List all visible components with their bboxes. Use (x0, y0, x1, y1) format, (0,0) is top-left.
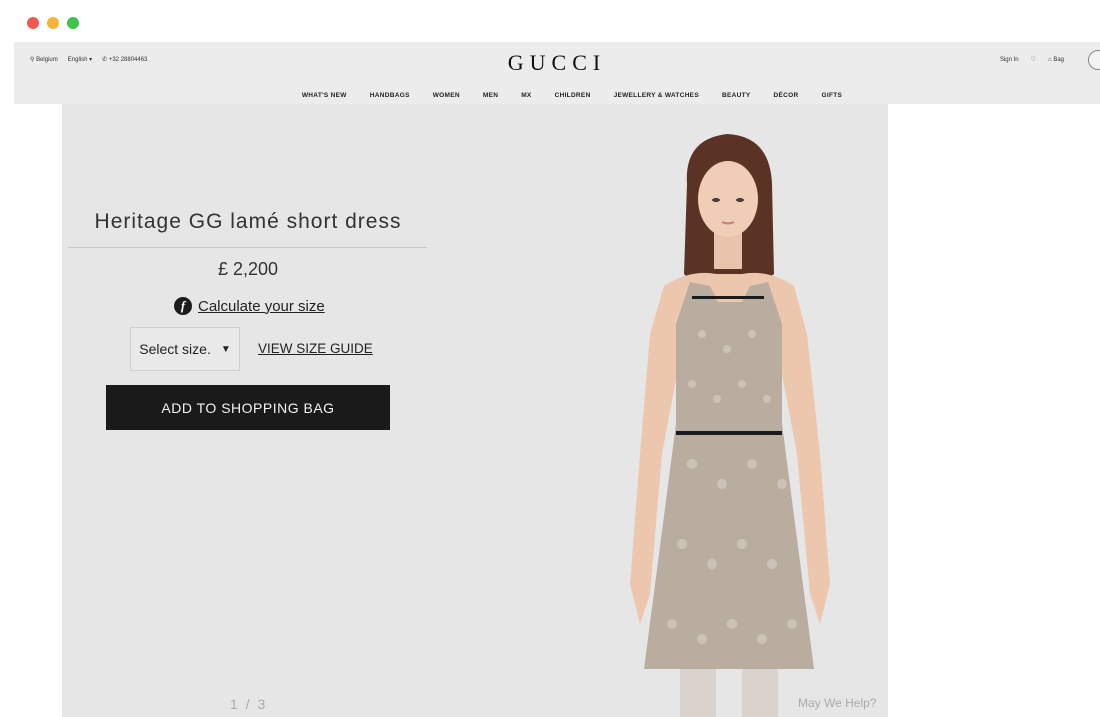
nav-item-jewellery-watches[interactable]: JEWELLERY & WATCHES (614, 92, 699, 99)
nav-item-beauty[interactable]: BEAUTY (722, 92, 751, 99)
add-to-bag-button[interactable]: ADD TO SHOPPING BAG (106, 385, 390, 430)
nav-item-whats-new[interactable]: WHAT'S NEW (302, 92, 347, 99)
product-image[interactable] (592, 124, 832, 717)
size-select[interactable]: Select size. ▼ (130, 327, 240, 371)
nav-item-decor[interactable]: DÉCOR (774, 92, 799, 99)
size-select-label: Select size. (139, 341, 211, 357)
bag-label: Bag (1053, 56, 1064, 63)
window-titlebar (0, 0, 1100, 42)
bag-icon: ⌂ (1048, 56, 1052, 63)
minimize-window-button[interactable] (47, 17, 59, 29)
utility-right: Sign In ♡ ⌂ Bag (1000, 56, 1064, 64)
nav-item-gifts[interactable]: GIFTS (821, 92, 842, 99)
nav-item-handbags[interactable]: HANDBAGS (370, 92, 410, 99)
nav-item-mx[interactable]: MX (521, 92, 531, 99)
nav-item-men[interactable]: MEN (483, 92, 498, 99)
site-header: ⚲ Belgium English ▾ ✆ +32 28804463 GUCCI… (14, 42, 1100, 104)
product-price: £ 2,200 (217, 259, 279, 279)
product-title: Heritage GG lamé short dress (94, 210, 402, 233)
gallery-pager: 1 / 3 (230, 696, 268, 712)
chevron-down-icon: ▼ (220, 343, 231, 355)
fit-finder-icon: f (174, 297, 192, 315)
bag-link[interactable]: ⌂ Bag (1048, 57, 1064, 63)
product-panel: Heritage GG lamé short dress £ 2,200 f C… (62, 104, 888, 717)
nav-item-women[interactable]: WOMEN (433, 92, 460, 99)
calculate-size[interactable]: f Calculate your size (174, 297, 325, 315)
heart-icon[interactable]: ♡ (1031, 56, 1036, 63)
gucci-logo[interactable]: GUCCI (14, 50, 1100, 76)
page-background-right (888, 104, 1100, 717)
calculate-size-link[interactable]: Calculate your size (198, 298, 325, 315)
help-link[interactable]: May We Help? (798, 696, 876, 710)
maximize-window-button[interactable] (67, 17, 79, 29)
size-guide-link[interactable]: VIEW SIZE GUIDE (258, 341, 373, 356)
main-nav: WHAT'S NEW HANDBAGS WOMEN MEN MX CHILDRE… (14, 92, 1100, 99)
sign-in-link[interactable]: Sign In (1000, 57, 1019, 63)
close-window-button[interactable] (27, 17, 39, 29)
nav-item-children[interactable]: CHILDREN (555, 92, 591, 99)
title-divider (68, 247, 427, 248)
